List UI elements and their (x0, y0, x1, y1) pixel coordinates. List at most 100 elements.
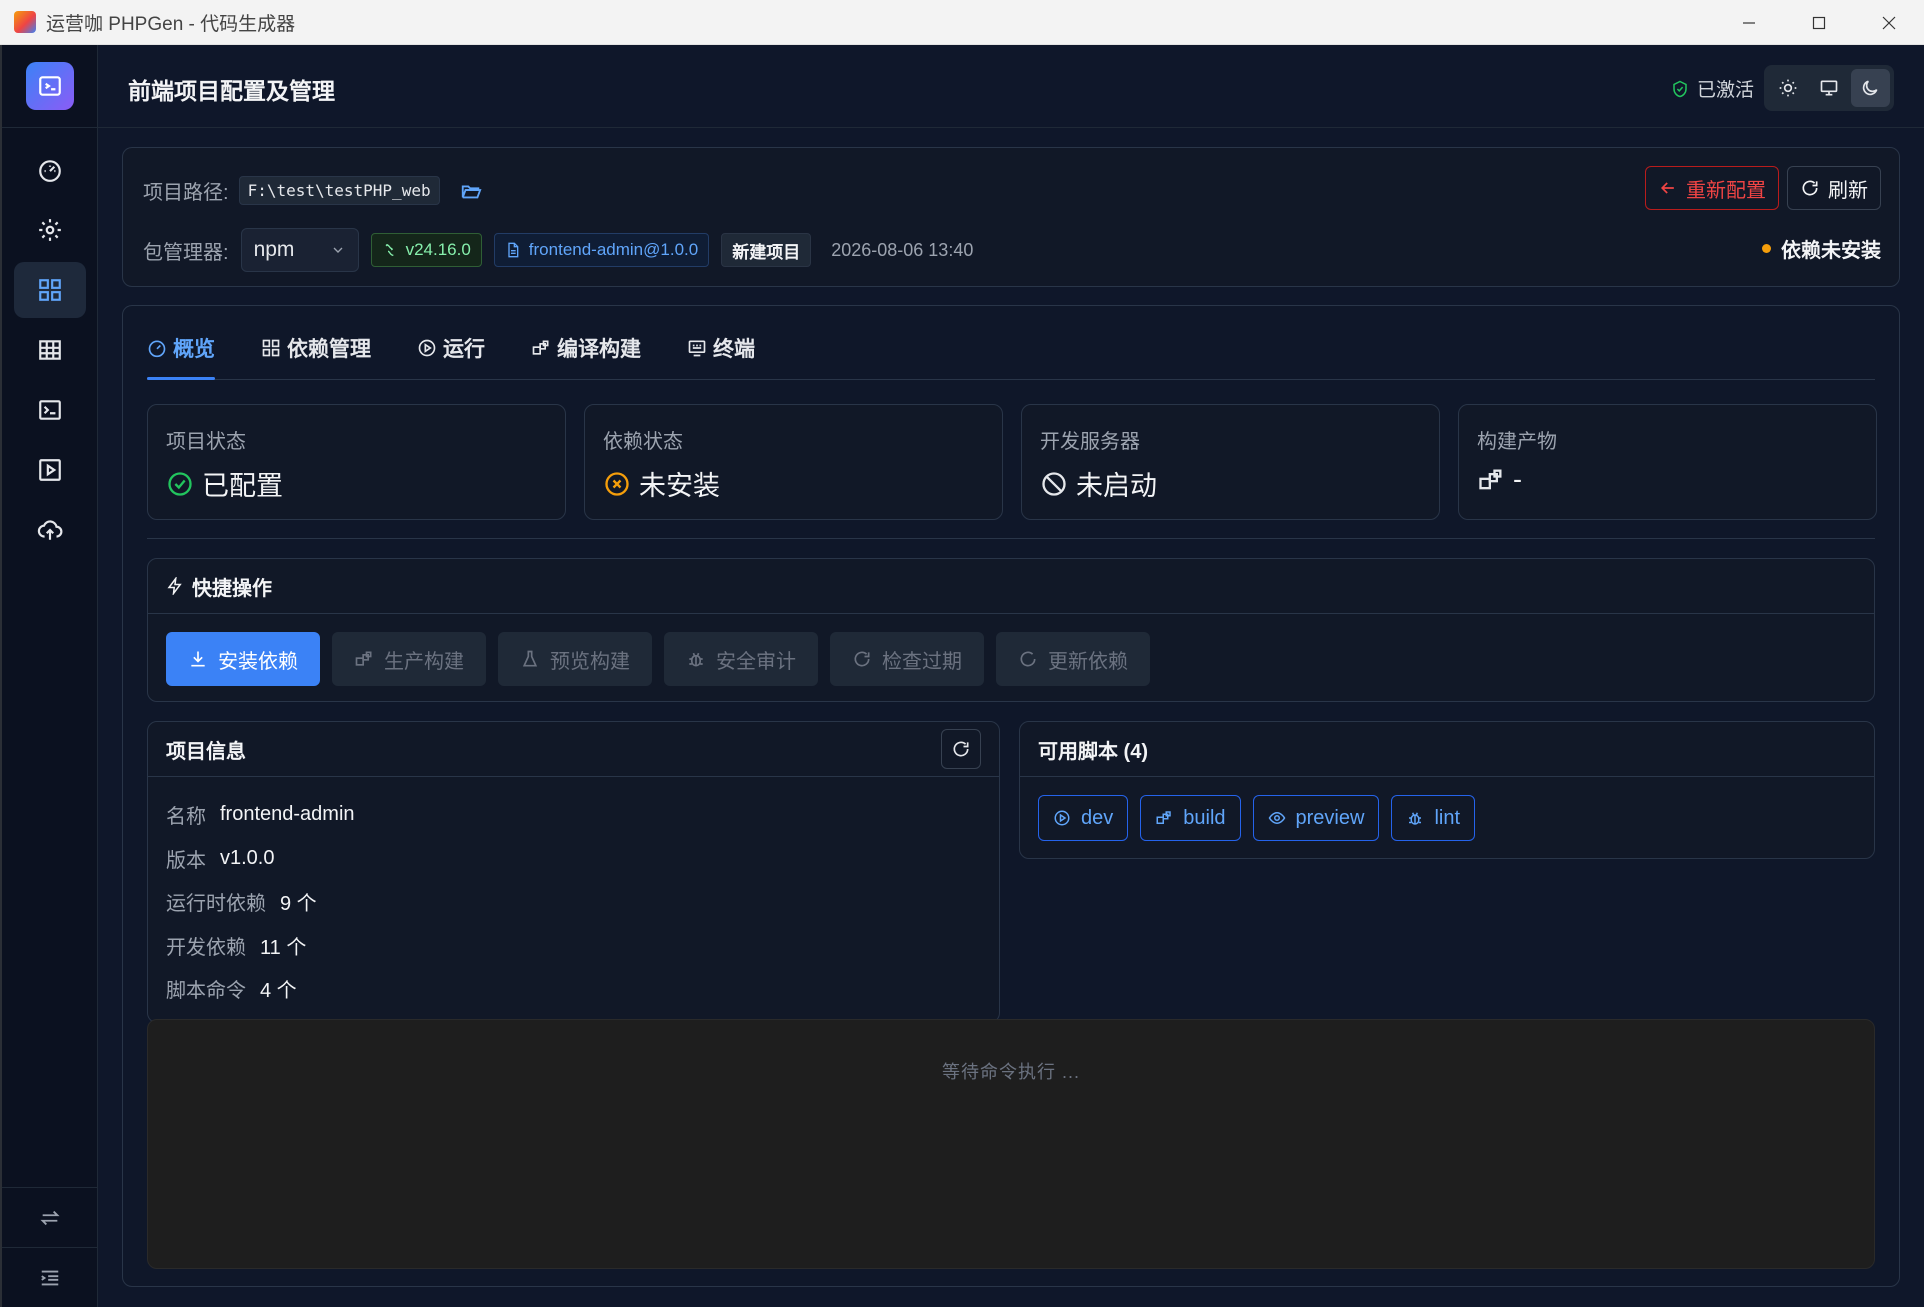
script-dev-button[interactable]: dev (1038, 795, 1129, 841)
tab-label: 概览 (173, 338, 215, 361)
script-label: build (1183, 806, 1226, 829)
close-button[interactable] (1854, 0, 1924, 45)
minimize-button[interactable] (1714, 0, 1784, 45)
stat-label: 项目状态 (166, 431, 246, 453)
script-build-button[interactable]: build (1140, 795, 1241, 841)
script-list: dev build preview lint (1020, 777, 1874, 859)
sidebar-item-terminal[interactable] (14, 382, 86, 438)
tab-label: 运行 (443, 338, 485, 361)
eye-icon (1268, 811, 1285, 825)
folder-open-icon[interactable] (460, 180, 482, 202)
scripts-title: 可用脚本 (4) (1038, 740, 1148, 763)
build-icon (1156, 811, 1171, 824)
main-panel: 概览 依赖管理 运行 编译构建 终端 项目状态 已配置 依赖状态 未安装 开发服… (122, 305, 1900, 1287)
quick-actions-title: 快捷操作 (192, 577, 272, 600)
script-lint-button[interactable]: lint (1391, 795, 1476, 841)
terminal-output[interactable]: 等待命令执行 ... (147, 1019, 1875, 1269)
quick-actions-header: 快捷操作 (148, 559, 1874, 614)
button-label: 安全审计 (716, 650, 796, 673)
info-value: frontend-admin (220, 803, 355, 826)
sidebar-item-table[interactable] (14, 322, 86, 378)
check-circle-icon (168, 471, 192, 496)
update-deps-button[interactable]: 更新依赖 (996, 632, 1150, 686)
scripts-card: 可用脚本 (4) dev build preview lint (1019, 721, 1875, 859)
build-output-card: 构建产物 - (1458, 404, 1877, 520)
sidebar-item-run[interactable] (14, 442, 86, 498)
swap-icon[interactable] (2, 1187, 98, 1247)
refresh-icon (1020, 651, 1036, 667)
system-theme-button[interactable] (1809, 69, 1848, 107)
stat-label: 构建产物 (1477, 431, 1557, 453)
gear-icon (39, 219, 61, 241)
project-path-value: F:\test\testPHP_web (238, 176, 440, 205)
collapse-menu-icon[interactable] (2, 1247, 98, 1307)
terminal-logo-icon[interactable] (25, 62, 74, 110)
install-deps-button[interactable]: 安装依赖 (166, 632, 320, 686)
bug-icon (1409, 812, 1422, 825)
info-value: 4 个 (260, 980, 297, 1003)
info-key: 运行时依赖 (166, 893, 266, 916)
play-square-icon (39, 459, 61, 481)
tab-overview[interactable]: 概览 (147, 333, 215, 380)
info-value: 9 个 (280, 893, 317, 916)
scripts-header: 可用脚本 (4) (1020, 722, 1874, 777)
window-title: 运营咖 PHPGen - 代码生成器 (46, 13, 296, 35)
moon-icon (1863, 80, 1878, 96)
sidebar-item-frontend[interactable] (14, 262, 86, 318)
security-audit-button[interactable]: 安全审计 (664, 632, 818, 686)
dependency-status-card: 依赖状态 未安装 (584, 404, 1003, 520)
package-name-badge: frontend-admin@1.0.0 (493, 233, 710, 267)
check-outdated-button[interactable]: 检查过期 (830, 632, 984, 686)
build-icon (532, 340, 549, 355)
project-info-rows: 名称 frontend-admin 版本 v1.0.0 运行时依赖 9 个 开发依赖 1… (148, 777, 999, 1027)
script-label: lint (1434, 806, 1461, 829)
preview-build-button[interactable]: 预览构建 (498, 632, 652, 686)
script-preview-button[interactable]: preview (1252, 795, 1380, 841)
button-label: 安装依赖 (218, 650, 298, 673)
dashboard-icon (148, 340, 166, 358)
sidebar-item-deploy[interactable] (14, 502, 86, 558)
quick-actions-card: 快捷操作 安装依赖 生产构建 预览构建 安全审计 检查过期 更新依赖 (147, 558, 1875, 702)
tab-run[interactable]: 运行 (417, 333, 485, 379)
sidebar-item-settings[interactable] (14, 202, 86, 258)
package-manager-select[interactable]: npm (240, 228, 359, 272)
package-name-text: frontend-admin@1.0.0 (528, 240, 699, 259)
page-title: 前端项目配置及管理 (128, 78, 335, 104)
stat-value-text: 未启动 (1076, 471, 1157, 501)
reload-info-button[interactable] (941, 729, 981, 769)
activation-status: 已激活 (1671, 75, 1754, 102)
play-icon (418, 339, 436, 357)
stat-value: 已配置 (166, 464, 547, 503)
stat-label: 依赖状态 (603, 431, 683, 453)
download-icon (191, 651, 205, 667)
table-icon (39, 340, 61, 360)
light-theme-button[interactable] (1768, 69, 1807, 107)
script-label: preview (1295, 806, 1365, 829)
tab-build[interactable]: 编译构建 (531, 333, 641, 379)
dependency-status-text: 依赖未安装 (1781, 240, 1881, 262)
maximize-button[interactable] (1784, 0, 1854, 45)
stat-value-text: - (1513, 464, 1522, 494)
node-version-badge: v24.16.0 (370, 233, 482, 267)
refresh-button[interactable]: 刷新 (1787, 166, 1881, 210)
stat-value: 未启动 (1040, 464, 1421, 503)
sidebar-item-dashboard[interactable] (14, 142, 86, 198)
monitor-icon (1820, 80, 1838, 96)
status-cards: 项目状态 已配置 依赖状态 未安装 开发服务器 未启动 构建产物 - (147, 404, 1877, 520)
button-label: 生产构建 (384, 650, 464, 673)
info-value: 11 个 (260, 936, 307, 959)
tab-label: 依赖管理 (287, 338, 371, 361)
tab-dependencies[interactable]: 依赖管理 (261, 333, 371, 379)
tab-terminal[interactable]: 终端 (687, 333, 755, 379)
x-circle-icon (605, 471, 629, 496)
file-icon (508, 242, 519, 258)
ban-icon (1042, 471, 1066, 496)
chevron-down-icon (333, 247, 343, 253)
prod-build-button[interactable]: 生产构建 (332, 632, 486, 686)
grid-icon (262, 339, 280, 357)
stat-label: 开发服务器 (1040, 431, 1140, 453)
reconfigure-button[interactable]: 重新配置 (1645, 166, 1779, 210)
cloud-upload-icon (37, 520, 63, 540)
dark-theme-button[interactable] (1850, 69, 1890, 107)
dashboard-icon (39, 160, 61, 182)
